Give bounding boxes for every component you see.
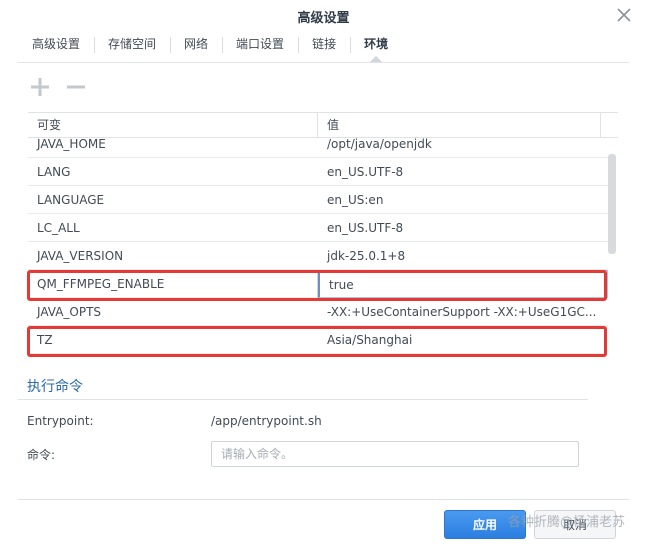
remove-variable-button[interactable] <box>64 75 88 99</box>
table-row[interactable]: LANGUAGE en_US:en <box>28 186 608 214</box>
tab-port-settings[interactable]: 端口设置 <box>222 31 298 59</box>
close-button[interactable] <box>615 6 633 24</box>
advanced-settings-dialog: 高级设置 高级设置 存储空间 网络 端口设置 链接 环境 JAVA_HOME /… <box>0 0 647 546</box>
footer-divider <box>18 499 629 500</box>
variable-value[interactable]: jdk-25.0.1+8 <box>318 242 608 270</box>
variable-name[interactable]: QM_FFMPEG_ENABLE <box>28 270 318 298</box>
table-row[interactable]: TZ Asia/Shanghai <box>28 326 608 354</box>
dialog-title: 高级设置 <box>297 11 350 26</box>
column-header-variable[interactable]: 可变 <box>28 113 318 137</box>
variable-value[interactable]: en_US:en <box>318 186 608 214</box>
table-row[interactable]: JAVA_OPTS -XX:+UseContainerSupport -XX:+… <box>28 298 608 326</box>
cancel-button[interactable]: 取消 <box>534 510 616 539</box>
entrypoint-label: Entrypoint: <box>27 414 94 428</box>
tab-links[interactable]: 链接 <box>298 31 350 59</box>
tab-divider <box>18 62 629 63</box>
command-label: 命令: <box>27 448 56 462</box>
tab-bar: 高级设置 存储空间 网络 端口设置 链接 环境 <box>18 31 402 62</box>
environment-grid: JAVA_HOME /opt/java/openjdk LANG en_US.U… <box>28 112 618 356</box>
tab-storage[interactable]: 存储空间 <box>94 31 170 59</box>
grid-scrollbar[interactable] <box>608 154 616 254</box>
grid-header: 可变 值 <box>28 112 618 138</box>
tab-network[interactable]: 网络 <box>170 31 222 59</box>
title-bar: 高级设置 <box>0 0 647 31</box>
entrypoint-value: /app/entrypoint.sh <box>211 414 322 428</box>
variable-value[interactable]: Asia/Shanghai <box>318 326 608 354</box>
variable-value[interactable]: en_US.UTF-8 <box>318 158 608 186</box>
close-icon <box>617 8 631 22</box>
tab-environment[interactable]: 环境 <box>350 31 402 62</box>
variable-name[interactable]: LC_ALL <box>28 214 318 242</box>
plus-icon <box>31 78 49 96</box>
table-row[interactable]: QM_FFMPEG_ENABLE true <box>28 270 608 298</box>
variable-name[interactable]: LANGUAGE <box>28 186 318 214</box>
grid-rows: JAVA_HOME /opt/java/openjdk LANG en_US.U… <box>28 130 608 354</box>
section-title-exec: 执行命令 <box>27 379 83 395</box>
variable-name[interactable]: TZ <box>28 326 318 354</box>
table-row[interactable]: LC_ALL en_US.UTF-8 <box>28 214 608 242</box>
command-input[interactable] <box>211 441 579 467</box>
add-variable-button[interactable] <box>28 75 52 99</box>
variable-name[interactable]: LANG <box>28 158 318 186</box>
variable-name[interactable]: JAVA_VERSION <box>28 242 318 270</box>
table-row[interactable]: JAVA_VERSION jdk-25.0.1+8 <box>28 242 608 270</box>
variable-value[interactable]: -XX:+UseContainerSupport -XX:+UseG1GC... <box>318 298 608 326</box>
section-divider <box>18 399 588 400</box>
env-toolbar <box>28 75 88 101</box>
tab-advanced[interactable]: 高级设置 <box>18 31 94 59</box>
variable-value[interactable]: en_US.UTF-8 <box>318 214 608 242</box>
variable-value-editor[interactable]: true <box>318 270 608 298</box>
column-header-value[interactable]: 值 <box>318 113 601 137</box>
variable-name[interactable]: JAVA_OPTS <box>28 298 318 326</box>
apply-button[interactable]: 应用 <box>444 510 526 539</box>
minus-icon <box>67 85 85 89</box>
table-row[interactable]: LANG en_US.UTF-8 <box>28 158 608 186</box>
